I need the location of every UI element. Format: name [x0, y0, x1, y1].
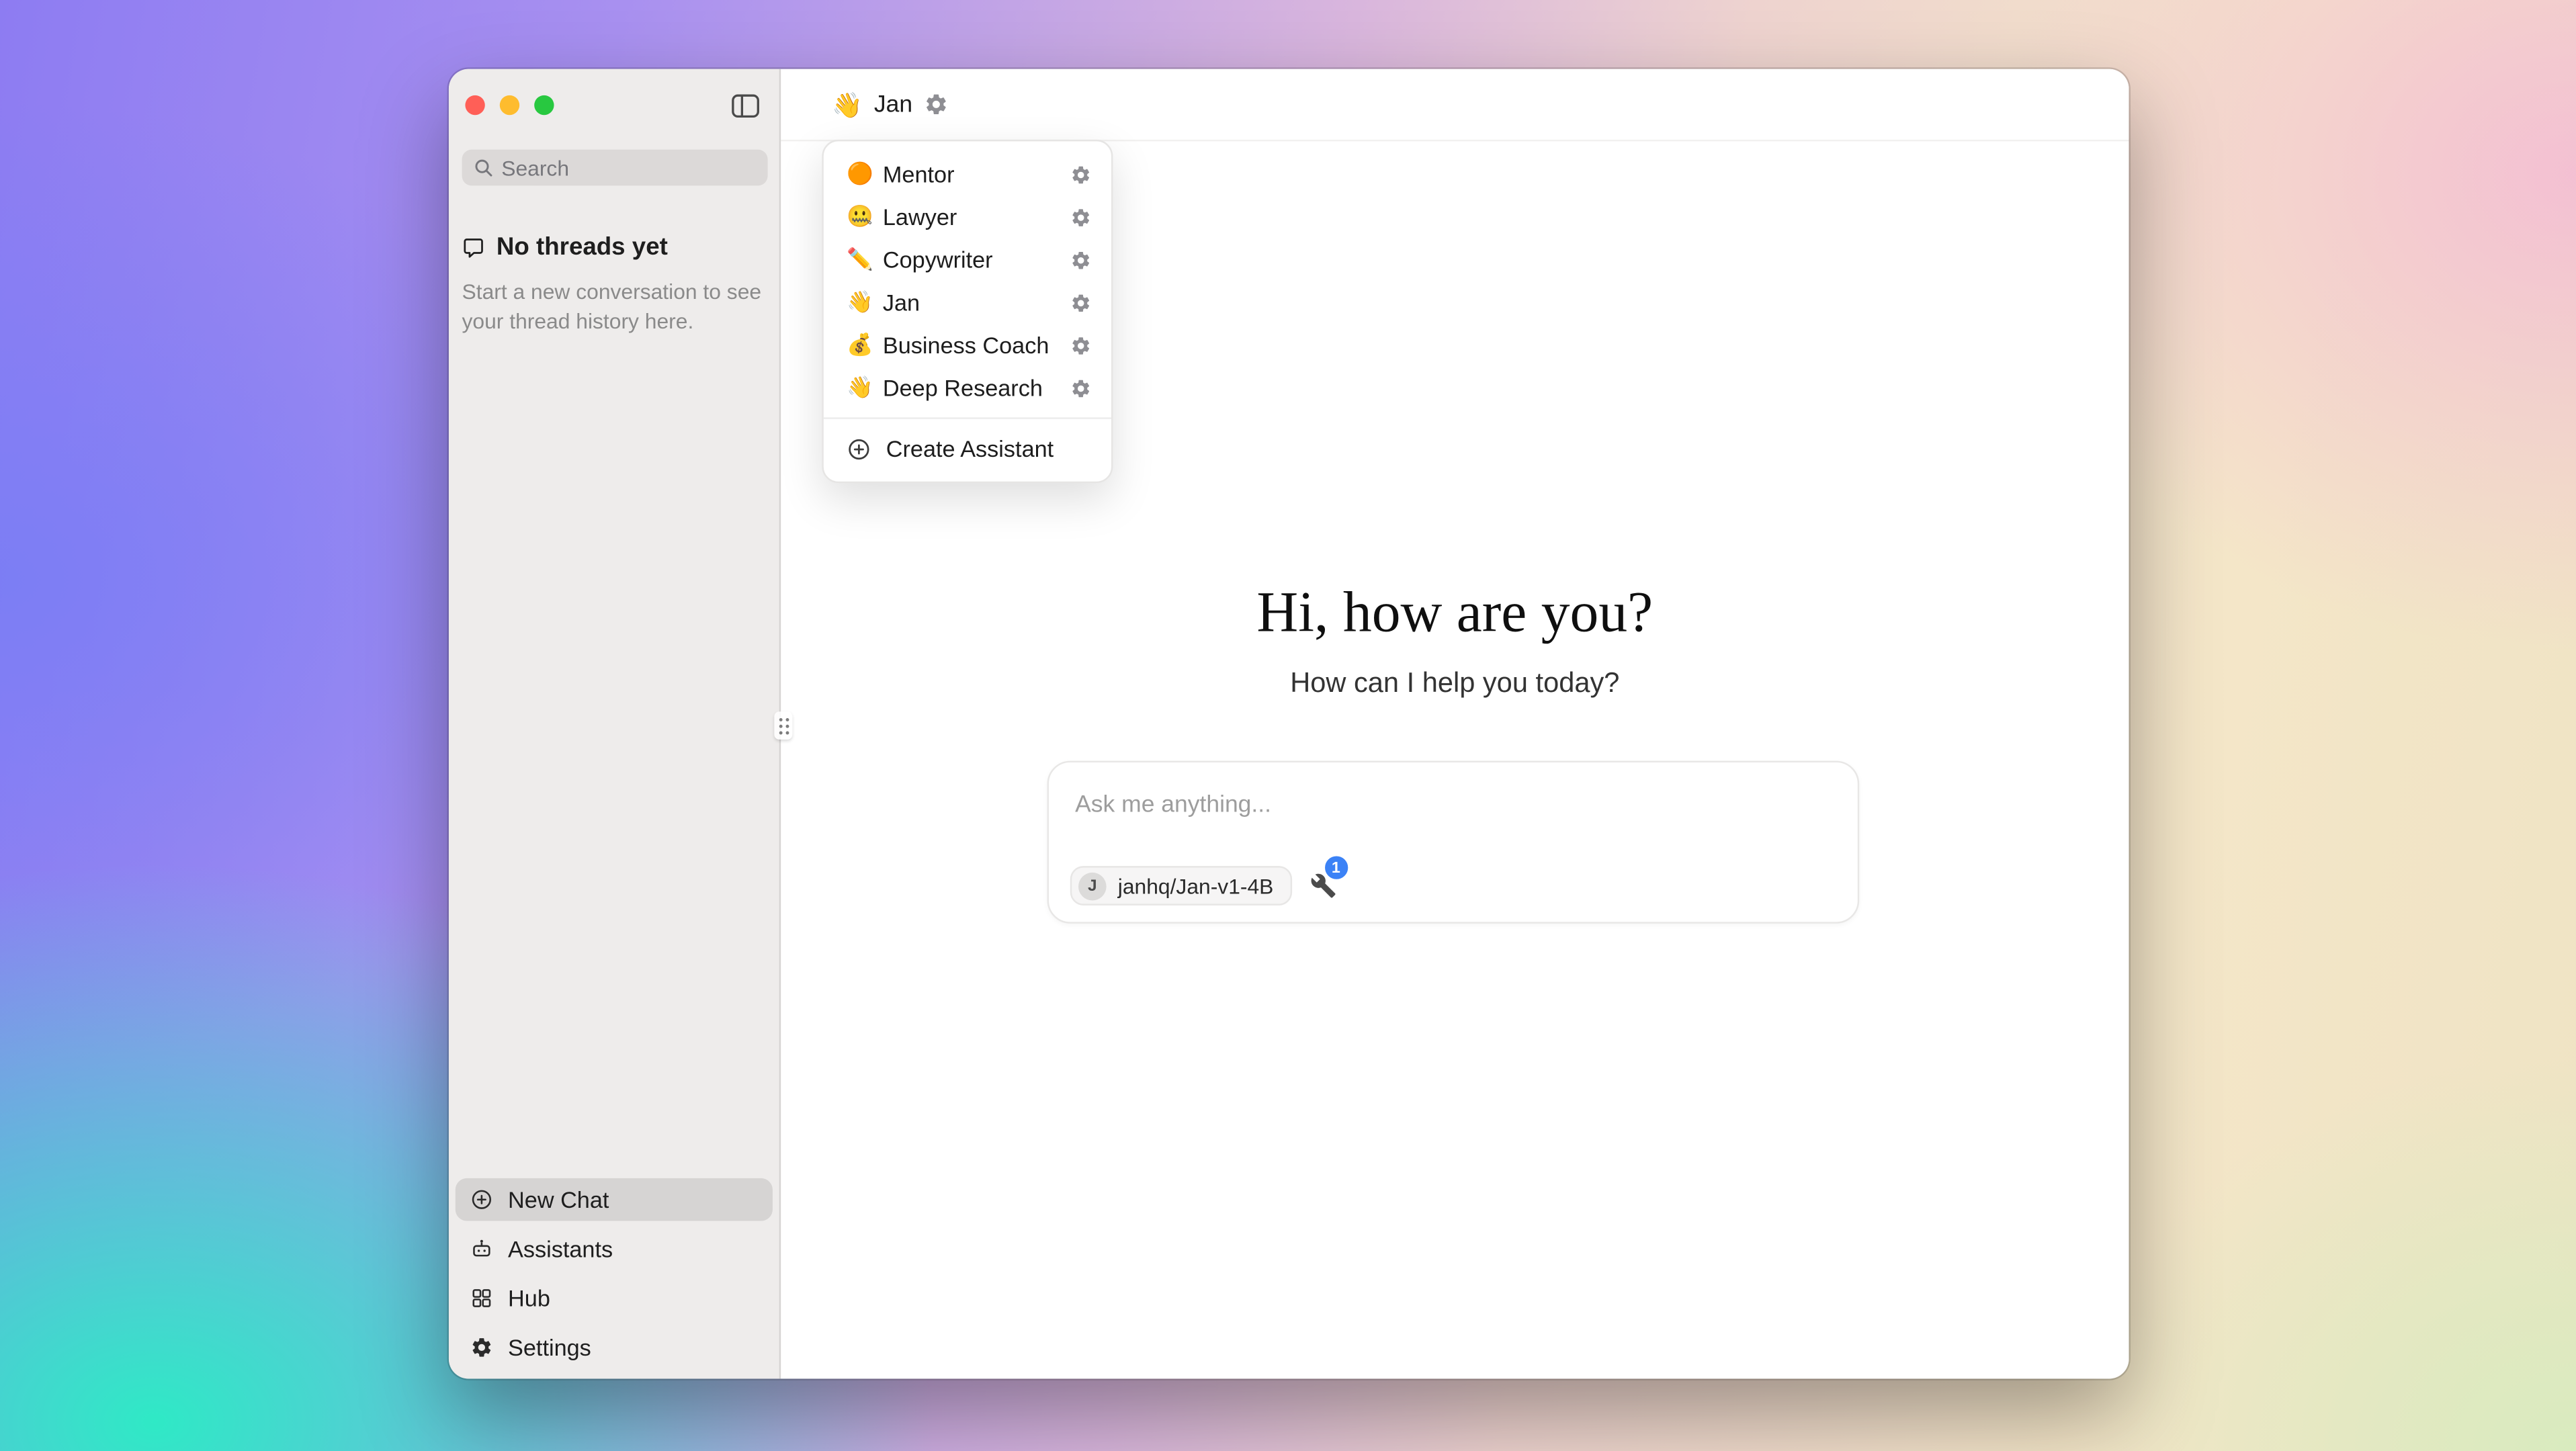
sidebar-item-label: New Chat [508, 1186, 609, 1213]
assistant-item-label: Jan [883, 290, 1070, 316]
new-chat-icon [470, 1188, 493, 1211]
app-window: No threads yet Start a new conversation … [449, 69, 2129, 1379]
assistant-emoji: 👋 [832, 89, 863, 119]
sidebar-item-settings[interactable]: Settings [456, 1326, 773, 1369]
search-icon [474, 158, 493, 177]
create-assistant-button[interactable]: Create Assistant [824, 427, 1111, 470]
close-window-button[interactable] [465, 95, 484, 115]
sidebar-item-label: Assistants [508, 1236, 613, 1262]
traffic-lights [465, 95, 554, 115]
settings-gear-icon [470, 1336, 493, 1359]
assistant-item-emoji: 🤐 [847, 204, 883, 230]
assistant-menu-item-jan[interactable]: 👋 Jan [824, 281, 1111, 324]
sidebar-toggle-icon [732, 93, 760, 118]
hero: Hi, how are you? How can I help you toda… [781, 580, 2129, 701]
plus-circle-icon [847, 436, 871, 461]
sidebar-item-label: Hub [508, 1285, 550, 1311]
prompt-input[interactable] [1049, 762, 1858, 818]
main-panel: 👋 Jan 🟠 Mentor 🤐 Lawyer ✏️ [781, 69, 2129, 1379]
assistant-item-gear-icon[interactable] [1070, 163, 1092, 185]
composer-toolbar: J janhq/Jan-v1-4B 1 [1070, 866, 1836, 906]
assistant-item-gear-icon[interactable] [1070, 292, 1092, 313]
threads-empty-state: No threads yet Start a new conversation … [462, 233, 768, 337]
assistant-item-label: Copywriter [883, 247, 1070, 273]
assistant-item-emoji: 🟠 [847, 161, 883, 187]
assistant-item-emoji: 👋 [847, 290, 883, 316]
assistant-item-emoji: 💰 [847, 332, 883, 358]
search-input[interactable] [501, 155, 756, 180]
chat-bubble-icon [462, 236, 485, 259]
assistant-menu-item-lawyer[interactable]: 🤐 Lawyer [824, 195, 1111, 238]
menu-divider [824, 417, 1111, 419]
composer-card: J janhq/Jan-v1-4B 1 [1047, 761, 1860, 924]
desktop: No threads yet Start a new conversation … [0, 0, 2576, 1451]
tools-count-badge: 1 [1323, 854, 1349, 881]
assistant-settings-icon[interactable] [924, 92, 949, 117]
assistant-menu-item-deep-research[interactable]: 👋 Deep Research [824, 367, 1111, 410]
minimize-window-button[interactable] [500, 95, 519, 115]
hub-grid-icon [470, 1286, 493, 1309]
assistant-item-gear-icon[interactable] [1070, 249, 1092, 271]
tools-button[interactable]: 1 [1310, 873, 1336, 899]
zoom-window-button[interactable] [534, 95, 554, 115]
robot-icon [470, 1237, 493, 1260]
empty-state-description: Start a new conversation to see your thr… [462, 277, 768, 337]
assistant-item-gear-icon[interactable] [1070, 377, 1092, 398]
assistant-name: Jan [874, 91, 912, 118]
titlebar: 👋 Jan [781, 69, 2129, 142]
greeting-title: Hi, how are you? [781, 580, 2129, 646]
sidebar-top-row [449, 69, 779, 142]
panel-resize-handle[interactable] [774, 711, 792, 740]
assistant-selector-button[interactable]: 👋 Jan [832, 89, 949, 119]
assistant-item-emoji: 👋 [847, 375, 883, 401]
assistant-menu-item-business-coach[interactable]: 💰 Business Coach [824, 324, 1111, 367]
model-selector-chip[interactable]: J janhq/Jan-v1-4B [1070, 866, 1292, 906]
sidebar-nav: New Chat Assistants [456, 1178, 773, 1369]
assistant-item-gear-icon[interactable] [1070, 335, 1092, 356]
model-avatar: J [1078, 872, 1107, 900]
assistant-menu: 🟠 Mentor 🤐 Lawyer ✏️ Copywriter 👋 Jan [822, 140, 1113, 483]
model-name: janhq/Jan-v1-4B [1118, 873, 1274, 898]
assistant-item-label: Mentor [883, 161, 1070, 187]
assistant-item-label: Lawyer [883, 204, 1070, 230]
sidebar-item-label: Settings [508, 1334, 591, 1360]
assistant-menu-item-mentor[interactable]: 🟠 Mentor [824, 152, 1111, 195]
assistant-item-gear-icon[interactable] [1070, 206, 1092, 228]
sidebar-item-hub[interactable]: Hub [456, 1277, 773, 1320]
assistant-item-emoji: ✏️ [847, 247, 883, 273]
sidebar-item-new-chat[interactable]: New Chat [456, 1178, 773, 1221]
create-assistant-label: Create Assistant [886, 435, 1054, 461]
assistant-item-label: Deep Research [883, 375, 1070, 401]
search-box[interactable] [462, 150, 768, 186]
sidebar-toggle-button[interactable] [732, 93, 760, 118]
sidebar-item-assistants[interactable]: Assistants [456, 1227, 773, 1270]
assistant-menu-item-copywriter[interactable]: ✏️ Copywriter [824, 238, 1111, 281]
sidebar: No threads yet Start a new conversation … [449, 69, 781, 1379]
empty-state-title: No threads yet [497, 233, 668, 261]
greeting-subtitle: How can I help you today? [781, 667, 2129, 700]
assistant-item-label: Business Coach [883, 332, 1070, 358]
